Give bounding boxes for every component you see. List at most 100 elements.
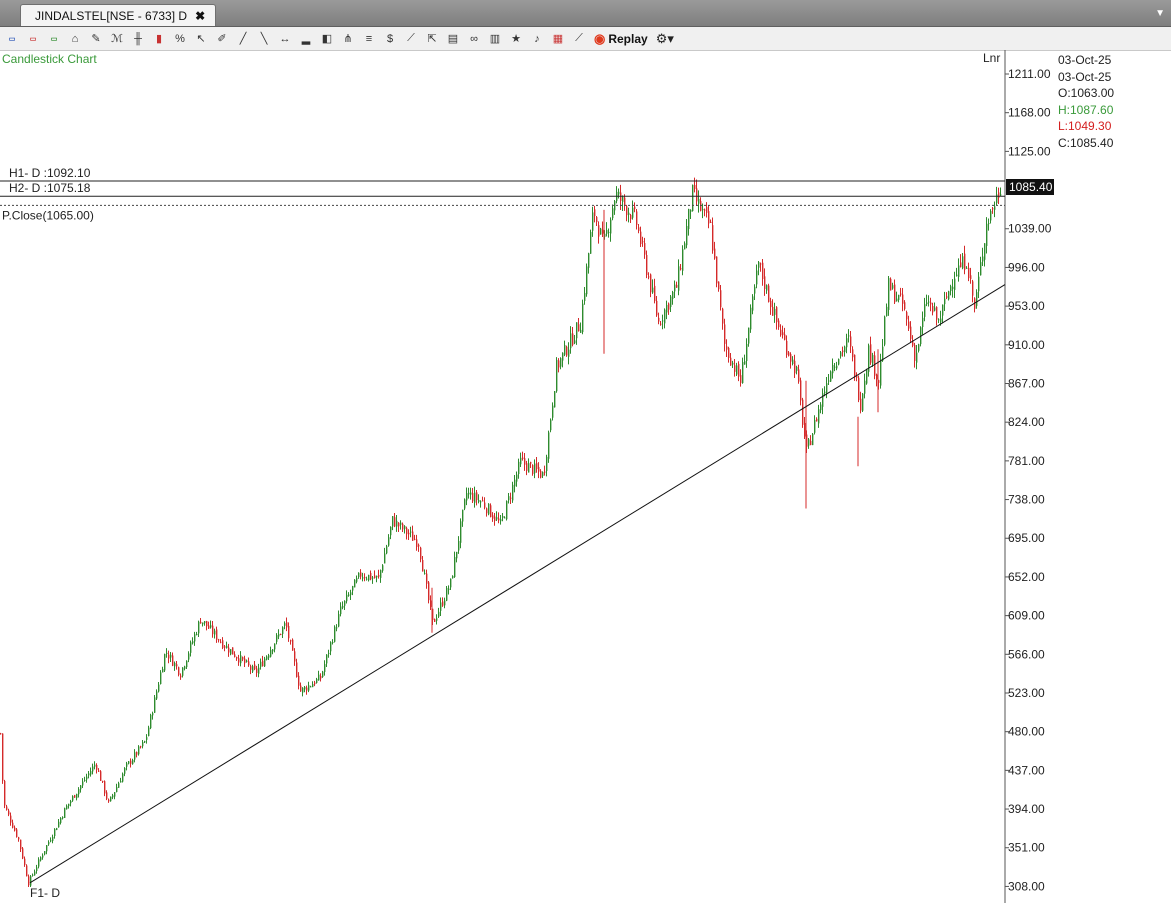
candle-body [716,256,718,284]
candle-body [562,352,564,361]
candle-body [808,439,810,446]
candle-body [762,262,764,280]
candle-body [680,268,682,270]
candle-body [222,640,224,648]
horizontal-ray-icon[interactable]: ↔ [276,30,294,48]
trend-icon[interactable]: ⟋ [570,30,588,48]
candle-body [614,201,616,211]
price-chart[interactable]: H1- D :1092.10H2- D :1075.18 P.Close(1065… [0,50,1171,903]
scale-mode-label[interactable]: Lnr [983,51,1000,65]
layout-icon[interactable]: ▥ [486,30,504,48]
candle-body [546,456,548,472]
bar-style-icon[interactable]: ╫ [129,30,147,48]
diagonal-line-icon[interactable]: ╲ [255,30,273,48]
candle-body [928,301,930,303]
line-icon[interactable]: ╱ [234,30,252,48]
candle-body [820,404,822,411]
candle-body [650,274,652,293]
replay-button[interactable]: ◉ Replay [594,31,648,47]
sell-icon[interactable]: ▭ [24,30,42,48]
candle-body [300,685,302,692]
candle-body [296,662,298,677]
cube-icon[interactable]: ◧ [318,30,336,48]
price-tick-label: 609.00 [1008,609,1045,623]
candle-body [262,660,264,667]
candle-body [830,371,832,382]
candle-body [90,771,92,775]
close-icon[interactable]: ✖ [195,9,205,23]
dollar-icon[interactable]: $ [381,30,399,48]
alert-icon[interactable]: ♪ [528,30,546,48]
chevron-down-icon[interactable]: ▼ [1155,8,1165,19]
chart-tab[interactable]: JINDALSTEL[NSE - 6733] D ✖ [20,4,217,26]
candle-body [454,557,456,578]
link-icon[interactable]: ∞ [465,30,483,48]
candle-body [456,551,458,559]
candle-body [916,352,918,363]
indicator-icon[interactable]: ⌂ [66,30,84,48]
candle-body [682,249,684,271]
volume-icon[interactable]: ▂ [297,30,315,48]
trendline[interactable] [29,284,1006,884]
ruler-icon[interactable]: ⟋ [402,30,420,48]
buy-icon[interactable]: ▭ [3,30,21,48]
candle-body [172,655,174,666]
candle-body [724,324,726,344]
cursor-icon[interactable]: ↖ [192,30,210,48]
candle-body [536,463,538,470]
price-tick-label: 695.00 [1008,531,1045,545]
template-icon[interactable]: ▤ [444,30,462,48]
candle-body [506,501,508,520]
candle-body [582,303,584,333]
candle-body [484,502,486,508]
candle-body [592,212,594,231]
hierarchy-icon[interactable]: ▦ [549,30,567,48]
fork-icon[interactable]: ⋔ [339,30,357,48]
candle-body [510,497,512,499]
pencil-icon[interactable]: ✐ [213,30,231,48]
candle-body [690,209,692,212]
chart-type-label: Candlestick Chart [2,52,97,66]
candle-body [188,653,190,660]
candle-body [600,228,602,235]
candle-body [288,626,290,639]
candle-body [630,214,632,220]
candle-body [426,573,428,584]
scale-icon[interactable]: % [171,30,189,48]
candle-body [902,294,904,304]
candle-body [78,789,80,795]
candle-body [972,281,974,296]
candle-body [252,666,254,672]
candle-body [476,492,478,501]
candle-body [758,262,760,268]
candle-body [530,462,532,464]
candle-body [424,573,426,575]
candle-body [802,399,804,425]
export-icon[interactable]: ⇱ [423,30,441,48]
candle-body [162,668,164,673]
candle-body [366,578,368,580]
candle-body [382,565,384,571]
studies-icon[interactable]: ℳ [108,30,126,48]
candle-body [942,304,944,316]
level-label: H1- D :1092.10 [9,166,91,180]
candle-body [146,737,148,740]
candle-body [154,697,156,713]
equal-lines-icon[interactable]: ≡ [360,30,378,48]
candle-style-icon[interactable]: ▮ [150,30,168,48]
gear-icon[interactable]: ⚙▾ [656,31,674,47]
candle-body [722,308,724,324]
candle-body [622,196,624,202]
candle-body [150,714,152,729]
candle-body [908,321,910,329]
candle-body [584,292,586,301]
candle-body [332,642,334,644]
star-icon[interactable]: ★ [507,30,525,48]
candle-body [756,270,758,285]
candle-body [184,666,186,669]
candle-body [246,660,248,662]
candle-body [84,779,86,781]
draw-icon[interactable]: ✎ [87,30,105,48]
candle-body [12,822,14,828]
trade-icon[interactable]: ▭ [45,30,63,48]
